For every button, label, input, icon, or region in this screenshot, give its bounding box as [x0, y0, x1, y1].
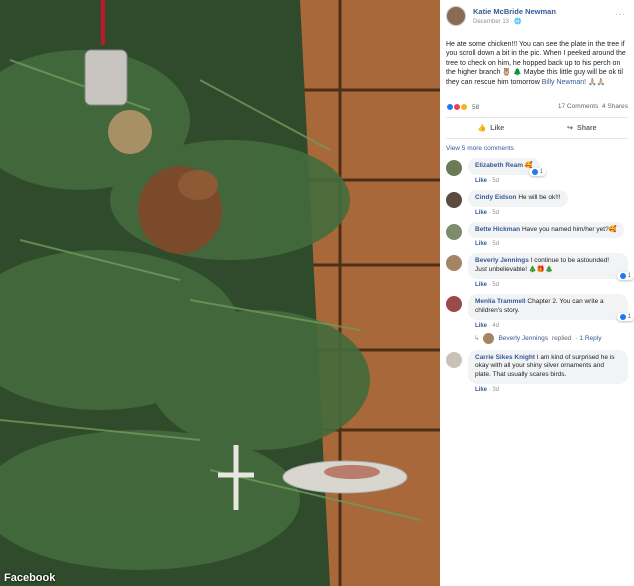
- post-date[interactable]: December 13 · 🌐: [473, 18, 556, 25]
- commenter-avatar[interactable]: [446, 223, 462, 240]
- tagged-user-link[interactable]: Billy Newman!: [542, 79, 586, 86]
- reply-count: · 1 Reply: [575, 334, 602, 342]
- globe-icon: 🌐: [514, 19, 522, 25]
- post-actions: 👍 Like ↪ Share: [446, 118, 628, 140]
- comment-reaction-badge[interactable]: 1: [616, 272, 634, 281]
- commenter-name[interactable]: Bette Hickman: [475, 226, 520, 233]
- comment-like-button[interactable]: Like: [475, 210, 487, 216]
- commenter-name[interactable]: Beverly Jennings: [475, 257, 529, 264]
- commenter-avatar[interactable]: [446, 296, 462, 313]
- comment-bubble: Beverly Jennings I continue to be astoun…: [468, 253, 628, 280]
- author-name[interactable]: Katie McBride Newman: [473, 7, 556, 16]
- share-arrow-icon: ↪: [567, 125, 574, 133]
- reaction-count: 58: [472, 103, 480, 111]
- comment-bubble: Carrie Sikes Knight I am kind of surpris…: [468, 349, 628, 384]
- comment-time[interactable]: 5d: [492, 178, 499, 184]
- post-panel: Katie McBride Newman December 13 · 🌐 ···…: [440, 0, 634, 586]
- comments-count-link[interactable]: 17 Comments: [558, 103, 598, 110]
- author-avatar[interactable]: [446, 6, 466, 26]
- commenter-avatar[interactable]: [446, 191, 462, 208]
- share-button[interactable]: ↪ Share: [567, 124, 596, 133]
- reactions-bar: 58 17 Comments 4 Shares: [446, 103, 628, 119]
- replier-avatar: [483, 332, 495, 344]
- comment-item: Cindy Eidson He will be ok!!! Like · 5d: [446, 189, 628, 216]
- comment-time[interactable]: 4d: [492, 323, 499, 329]
- comment-reaction-badge[interactable]: 1: [616, 312, 634, 321]
- view-more-comments-link[interactable]: View 5 more comments: [446, 145, 628, 152]
- comment-list: Elizabeth Ream 🥰 Like · 5d 1 Cindy Eidso…: [446, 158, 634, 393]
- commenter-name[interactable]: Elizabeth Ream: [475, 162, 523, 169]
- comment-time[interactable]: 5d: [492, 282, 499, 288]
- shares-count-link[interactable]: 4 Shares: [602, 103, 628, 110]
- comment-bubble: Cindy Eidson He will be ok!!!: [468, 189, 568, 207]
- comment-time[interactable]: 5d: [492, 210, 499, 216]
- comment-like-button[interactable]: Like: [475, 178, 487, 184]
- comment-item: Menlia Trammell Chapter 2. You can write…: [446, 294, 634, 329]
- reply-arrow-icon: ↳: [474, 335, 480, 343]
- wow-reaction-icon: [460, 103, 468, 112]
- commenter-avatar[interactable]: [446, 255, 462, 272]
- post-photo[interactable]: Facebook: [0, 0, 440, 586]
- owl-in-tree-image: [0, 0, 440, 586]
- reaction-summary[interactable]: 58: [446, 103, 480, 112]
- post-text: He ate some chicken!!! You can see the p…: [446, 41, 626, 86]
- comment-meta: Like · 4d: [475, 322, 500, 329]
- comment-item: Carrie Sikes Knight I am kind of surpris…: [446, 349, 628, 393]
- comment-item: Elizabeth Ream 🥰 Like · 5d 1: [446, 158, 628, 184]
- comment-time[interactable]: 5d: [492, 241, 499, 247]
- comment-meta: Like · 5d: [475, 177, 500, 184]
- comment-time[interactable]: 3d: [492, 387, 499, 393]
- comment-bubble: Menlia Trammell Chapter 2. You can write…: [468, 294, 628, 320]
- like-reaction-icon: [619, 273, 626, 280]
- like-reaction-icon: [619, 313, 626, 320]
- comment-meta: Like · 5d: [475, 241, 500, 248]
- commenter-name[interactable]: Cindy Eidson: [475, 194, 517, 201]
- comment-like-button[interactable]: Like: [475, 241, 487, 247]
- comment-meta: Like · 5d: [475, 209, 500, 216]
- replier-name: Beverly Jennings: [498, 334, 548, 342]
- like-button[interactable]: 👍 Like: [477, 124, 504, 133]
- comment-reaction-badge[interactable]: 1: [528, 167, 546, 176]
- comment-text: Have you named him/her yet?🥰: [521, 225, 617, 233]
- comment-bubble: Bette Hickman Have you named him/her yet…: [468, 221, 624, 239]
- like-reaction-icon: [531, 168, 538, 175]
- commenter-avatar[interactable]: [446, 351, 462, 368]
- comment-like-button[interactable]: Like: [475, 387, 487, 393]
- commenter-avatar[interactable]: [446, 160, 462, 177]
- replies-summary-link[interactable]: ↳ Beverly Jennings replied · 1 Reply: [474, 332, 628, 344]
- comment-like-button[interactable]: Like: [475, 323, 487, 329]
- comment-item: Beverly Jennings I continue to be astoun…: [446, 253, 634, 289]
- commenter-name[interactable]: Carrie Sikes Knight: [475, 354, 535, 361]
- comment-item: Bette Hickman Have you named him/her yet…: [446, 221, 628, 248]
- comment-meta: Like · 5d: [475, 282, 500, 289]
- thumbs-up-icon: 👍: [477, 125, 487, 133]
- commenter-name[interactable]: Menlia Trammell: [475, 298, 526, 305]
- post-header: Katie McBride Newman December 13 · 🌐 ···: [446, 6, 628, 26]
- facebook-watermark: Facebook: [4, 572, 56, 584]
- comment-text: He will be ok!!!: [518, 193, 561, 201]
- comment-like-button[interactable]: Like: [475, 282, 487, 288]
- comment-meta: Like · 3d: [475, 386, 500, 393]
- more-options-icon[interactable]: ···: [615, 10, 626, 19]
